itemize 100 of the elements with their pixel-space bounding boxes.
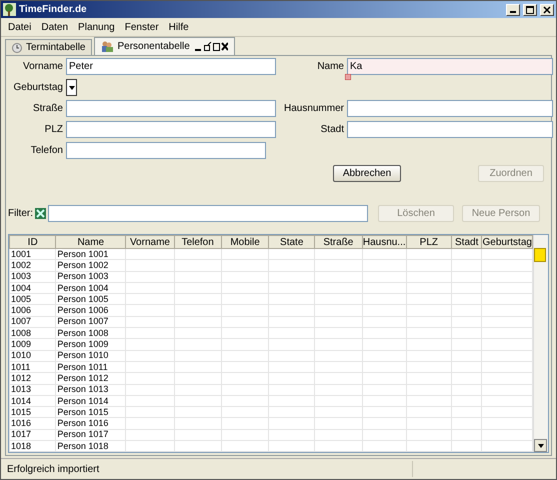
column-header[interactable]: Geburtstag: [482, 236, 532, 248]
table-cell: [362, 304, 406, 316]
table-cell: 1010: [10, 350, 56, 362]
menu-item[interactable]: Hilfe: [166, 22, 192, 32]
table-cell: [174, 338, 222, 350]
form-button[interactable]: Abbrechen: [333, 165, 401, 182]
table-cell: [174, 248, 222, 260]
table-cell: [362, 384, 406, 396]
input-field[interactable]: [347, 100, 553, 117]
table-cell: [451, 440, 482, 452]
table-cell: [314, 260, 362, 272]
table-cell: Person 1011: [56, 361, 126, 373]
table-cell: [126, 372, 174, 384]
table-cell: [268, 328, 314, 339]
table-cell: [406, 418, 452, 430]
table-cell: [451, 429, 482, 441]
table-cell: [221, 418, 269, 430]
table-cell: [174, 361, 222, 373]
menu-item[interactable]: Datei: [5, 22, 34, 32]
table-cell: [174, 406, 222, 418]
table-cell: Person 1008: [56, 328, 126, 339]
table-cell: [451, 294, 482, 305]
table-cell: [268, 350, 314, 362]
table-cell: [221, 350, 269, 362]
column-header[interactable]: State: [268, 236, 314, 248]
table-cell: [174, 395, 222, 407]
table-cell: [268, 395, 314, 407]
tab[interactable]: Personentabelle: [94, 37, 235, 55]
error-icon: [345, 74, 351, 80]
column-header[interactable]: Name: [56, 236, 126, 248]
menu-item[interactable]: Planung: [75, 22, 118, 32]
table-cell: [268, 282, 314, 294]
table-cell: [482, 260, 532, 272]
input-field[interactable]: [66, 100, 276, 117]
input-field[interactable]: [347, 121, 553, 138]
table-cell: [268, 361, 314, 373]
table-cell: [126, 328, 174, 339]
table-cell: [268, 440, 314, 452]
column-header[interactable]: ID: [10, 236, 56, 248]
input-field[interactable]: [66, 121, 276, 138]
table-cell: [362, 350, 406, 362]
table-cell: [221, 384, 269, 396]
excel-icon[interactable]: [35, 208, 46, 219]
clock-icon: [12, 42, 22, 52]
table-cell: [362, 282, 406, 294]
maximize-button[interactable]: [523, 4, 537, 16]
table-cell: [268, 260, 314, 272]
table-cell: [221, 406, 269, 418]
table-cell: [221, 372, 269, 384]
table-cell: [174, 271, 222, 282]
table-cell: [221, 429, 269, 441]
table-cell: 1014: [10, 395, 56, 407]
input-field[interactable]: [66, 142, 266, 159]
input-field[interactable]: Peter: [66, 58, 276, 75]
column-header[interactable]: Straße: [314, 236, 362, 248]
table-cell: [268, 384, 314, 396]
filter-field[interactable]: [48, 205, 368, 222]
menu-item[interactable]: Daten: [38, 22, 72, 32]
scroll-thumb[interactable]: [534, 248, 546, 262]
table-cell: [406, 271, 452, 282]
menu-item[interactable]: Fenster: [122, 22, 162, 32]
scrollbar[interactable]: [533, 235, 548, 452]
table-cell: [406, 440, 452, 452]
table-cell: [406, 304, 452, 316]
column-header[interactable]: Stadt: [451, 236, 482, 248]
table-cell: [268, 429, 314, 441]
table-cell: 1004: [10, 282, 56, 294]
column-header[interactable]: Vorname: [126, 236, 174, 248]
column-header[interactable]: Hausnu...: [362, 236, 406, 248]
caret-icon[interactable]: [538, 444, 544, 448]
table-cell: [482, 361, 532, 373]
table-cell: [362, 395, 406, 407]
table-cell: [362, 440, 406, 452]
table-cell: Person 1018: [56, 440, 126, 452]
table-cell: [482, 282, 532, 294]
table-cell: Person 1003: [56, 271, 126, 282]
table-cell: [126, 361, 174, 373]
table-cell: [406, 384, 452, 396]
date-dropdown[interactable]: [66, 79, 77, 96]
close-button[interactable]: [540, 4, 554, 16]
input-field[interactable]: Ka: [347, 58, 553, 75]
minimize-button[interactable]: [506, 4, 520, 16]
field-label: Stadt: [320, 124, 344, 135]
table-cell: Person 1002: [56, 260, 126, 272]
table-cell: [174, 418, 222, 430]
tab[interactable]: Termintabelle: [5, 39, 92, 55]
table-cell: [482, 418, 532, 430]
field-label: Geburtstag: [12, 82, 63, 93]
table-cell: [174, 384, 222, 396]
table-cell: [221, 395, 269, 407]
table-cell: [482, 271, 532, 282]
tab-window-controls-icon[interactable]: [194, 42, 228, 51]
table-cell: [362, 429, 406, 441]
column-header[interactable]: Telefon: [174, 236, 222, 248]
column-header[interactable]: PLZ: [406, 236, 452, 248]
field-label: Vorname: [22, 61, 63, 72]
table-cell: Person 1007: [56, 316, 126, 328]
table-cell: Person 1009: [56, 338, 126, 350]
column-header[interactable]: Mobile: [221, 236, 269, 248]
table-cell: 1016: [10, 418, 56, 430]
